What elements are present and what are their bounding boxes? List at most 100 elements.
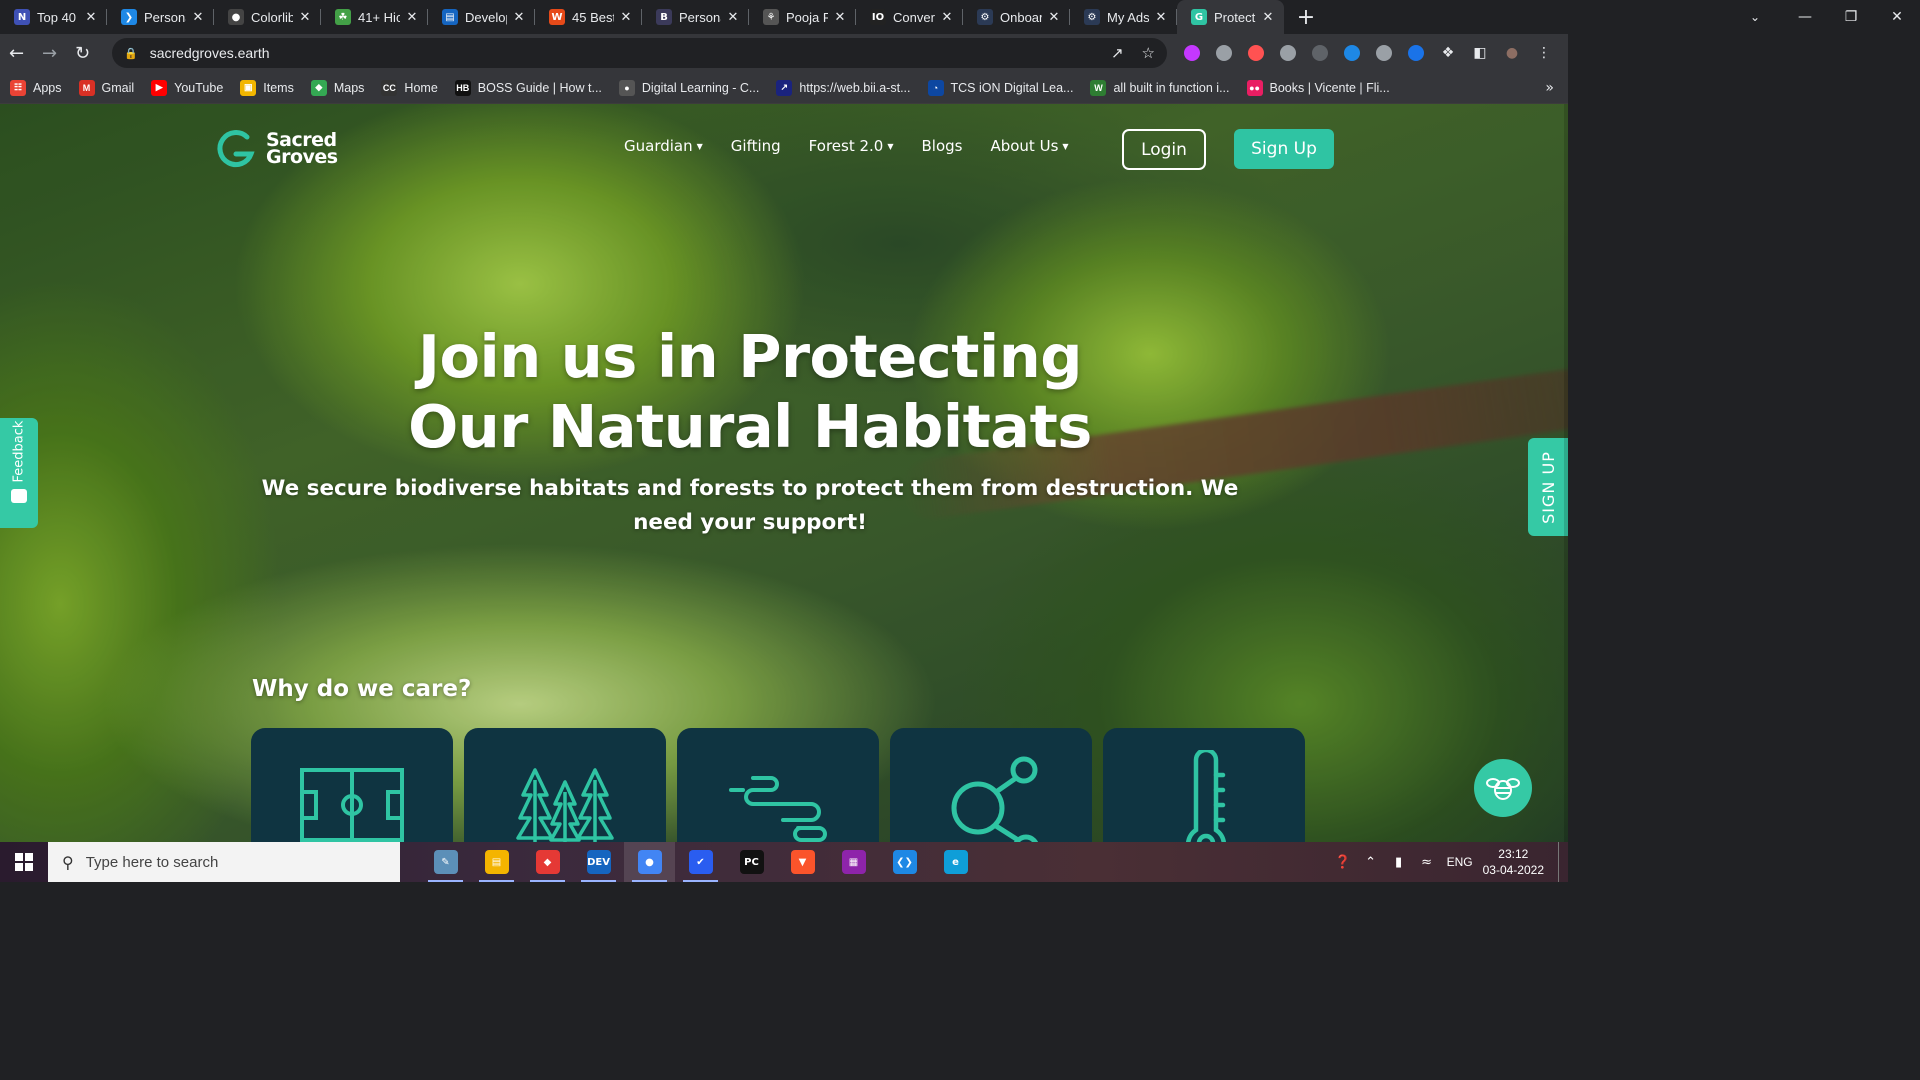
lock-icon[interactable]: 🔒 (124, 47, 138, 60)
taskbar-app-dev[interactable]: DEV (573, 842, 624, 882)
tab-title[interactable]: 41+ Hic (358, 10, 400, 25)
bookmark-item[interactable]: ▣ Items (240, 79, 294, 96)
browser-tab[interactable]: B Persona ✕ (642, 0, 749, 34)
browser-tab[interactable]: ⚙ My Ads ✕ (1070, 0, 1177, 34)
battery-icon[interactable]: ▮ (1387, 855, 1411, 870)
address-bar[interactable]: 🔒 sacredgroves.earth ↗ ☆ (112, 38, 1167, 68)
browser-menu-icon[interactable]: ⋮ (1528, 38, 1560, 68)
wifi-icon[interactable]: ≈ (1415, 855, 1439, 870)
bookmark-item[interactable]: ●● Books | Vicente | Fli... (1246, 79, 1390, 96)
browser-tab[interactable]: W 45 Best ✕ (535, 0, 642, 34)
side-signup-tab[interactable]: SIGN UP (1528, 438, 1568, 536)
nav-item-guardian[interactable]: Guardian ▼ (624, 137, 703, 155)
extension-icon[interactable] (1304, 38, 1336, 68)
bookmark-item[interactable]: Wall built in function i... (1090, 79, 1230, 96)
tab-title[interactable]: 45 Best (572, 10, 614, 25)
feedback-tab[interactable]: Feedback (0, 418, 38, 528)
more-bookmarks-icon[interactable]: » (1545, 72, 1554, 104)
tab-title[interactable]: Top 40 (37, 10, 79, 25)
browser-tab[interactable]: ⚙ Onboar ✕ (963, 0, 1070, 34)
close-tab-icon[interactable]: ✕ (83, 10, 99, 25)
reason-card[interactable] (890, 728, 1092, 842)
close-tab-icon[interactable]: ✕ (297, 10, 313, 25)
reason-card[interactable] (464, 728, 666, 842)
close-window-icon[interactable]: ✕ (1874, 0, 1920, 34)
profile-avatar[interactable]: ● (1496, 38, 1528, 68)
tab-title[interactable]: Pooja R (786, 10, 828, 25)
browser-tab[interactable]: ❯ Persona ✕ (107, 0, 214, 34)
bookmark-item[interactable]: HB BOSS Guide | How t... (454, 79, 602, 96)
back-arrow-icon[interactable]: ← (0, 38, 33, 68)
close-tab-icon[interactable]: ✕ (725, 10, 741, 25)
reason-card[interactable] (251, 728, 453, 842)
bookmark-item[interactable]: ● Digital Learning - C... (618, 79, 759, 96)
extension-icon[interactable] (1176, 38, 1208, 68)
tab-search-chevron-icon[interactable]: ⌄ (1740, 0, 1770, 34)
bookmark-item[interactable]: M Gmail (78, 79, 134, 96)
taskbar-app-pycharm[interactable]: PC (726, 842, 777, 882)
bookmark-item[interactable]: ☷ Apps (10, 79, 62, 96)
close-tab-icon[interactable]: ✕ (939, 10, 955, 25)
reload-icon[interactable]: ↻ (66, 38, 99, 68)
close-tab-icon[interactable]: ✕ (618, 10, 634, 25)
reason-card[interactable] (677, 728, 879, 842)
extension-icon[interactable] (1336, 38, 1368, 68)
show-desktop-button[interactable] (1558, 842, 1568, 882)
taskbar-app-anydesk[interactable]: ◆ (522, 842, 573, 882)
extension-icon[interactable] (1368, 38, 1400, 68)
browser-tab[interactable]: N Top 40 ✕ (0, 0, 107, 34)
site-logo[interactable]: Sacred Groves (214, 128, 338, 170)
browser-tab[interactable]: IO Convert ✕ (856, 0, 963, 34)
share-icon[interactable]: ↗ (1111, 44, 1124, 62)
close-tab-icon[interactable]: ✕ (190, 10, 206, 25)
close-tab-icon[interactable]: ✕ (1260, 10, 1276, 25)
help-icon[interactable]: ❓ (1331, 855, 1355, 870)
tab-title[interactable]: My Ads (1107, 10, 1149, 25)
taskbar-app-file-explorer[interactable]: ▤ (471, 842, 522, 882)
close-tab-icon[interactable]: ✕ (511, 10, 527, 25)
taskbar-app-brave[interactable]: ▼ (777, 842, 828, 882)
bookmark-item[interactable]: ◔ TCS iON Digital Lea... (927, 79, 1073, 96)
close-tab-icon[interactable]: ✕ (832, 10, 848, 25)
browser-tab[interactable]: ⚘ Pooja R ✕ (749, 0, 856, 34)
browser-tab[interactable]: G Protect ✕ (1177, 0, 1284, 34)
language-indicator[interactable]: ENG (1447, 855, 1473, 869)
nav-item-blogs[interactable]: Blogs (921, 137, 962, 155)
taskbar-app-vscode[interactable]: ❮❯ (879, 842, 930, 882)
close-tab-icon[interactable]: ✕ (1046, 10, 1062, 25)
taskbar-app-todo[interactable]: ✔ (675, 842, 726, 882)
bookmark-item[interactable]: ◆ Maps (310, 79, 364, 96)
extension-icon[interactable] (1208, 38, 1240, 68)
browser-tab[interactable]: ▤ Develop ✕ (428, 0, 535, 34)
login-button[interactable]: Login (1122, 129, 1206, 170)
url-text[interactable]: sacredgroves.earth (150, 45, 270, 61)
nav-item-forest-2-0[interactable]: Forest 2.0 ▼ (809, 137, 894, 155)
signup-button[interactable]: Sign Up (1234, 129, 1334, 169)
extension-icon[interactable] (1240, 38, 1272, 68)
tab-title[interactable]: Convert (893, 10, 935, 25)
taskbar-app-winrar[interactable]: ▦ (828, 842, 879, 882)
puzzle-extensions-icon[interactable]: ❖ (1432, 38, 1464, 68)
extension-icon[interactable] (1400, 38, 1432, 68)
tab-title[interactable]: Persona (144, 10, 186, 25)
bookmark-item[interactable]: CC Home (381, 79, 438, 96)
tray-chevron-icon[interactable]: ⌃ (1359, 855, 1383, 870)
close-tab-icon[interactable]: ✕ (404, 10, 420, 25)
taskbar-app-notepad[interactable]: ✎ (420, 842, 471, 882)
restore-icon[interactable]: ❐ (1828, 0, 1874, 34)
browser-tab[interactable]: ● Colorlib ✕ (214, 0, 321, 34)
side-panel-icon[interactable]: ◧ (1464, 38, 1496, 68)
taskbar-app-chrome[interactable]: ● (624, 842, 675, 882)
tab-title[interactable]: Colorlib (251, 10, 293, 25)
clock[interactable]: 23:12 03-04-2022 (1483, 846, 1544, 878)
minimize-icon[interactable]: — (1782, 0, 1828, 34)
tab-title[interactable]: Onboar (1000, 10, 1042, 25)
extension-icon[interactable] (1272, 38, 1304, 68)
bookmark-item[interactable]: ▶ YouTube (151, 79, 223, 96)
nav-item-about-us[interactable]: About Us ▼ (990, 137, 1068, 155)
page-scrollbar[interactable] (1564, 104, 1568, 842)
nav-item-gifting[interactable]: Gifting (731, 137, 781, 155)
taskbar-app-edge[interactable]: e (930, 842, 981, 882)
new-tab-button[interactable]: + (1284, 0, 1328, 34)
bee-chat-button[interactable] (1474, 759, 1532, 817)
